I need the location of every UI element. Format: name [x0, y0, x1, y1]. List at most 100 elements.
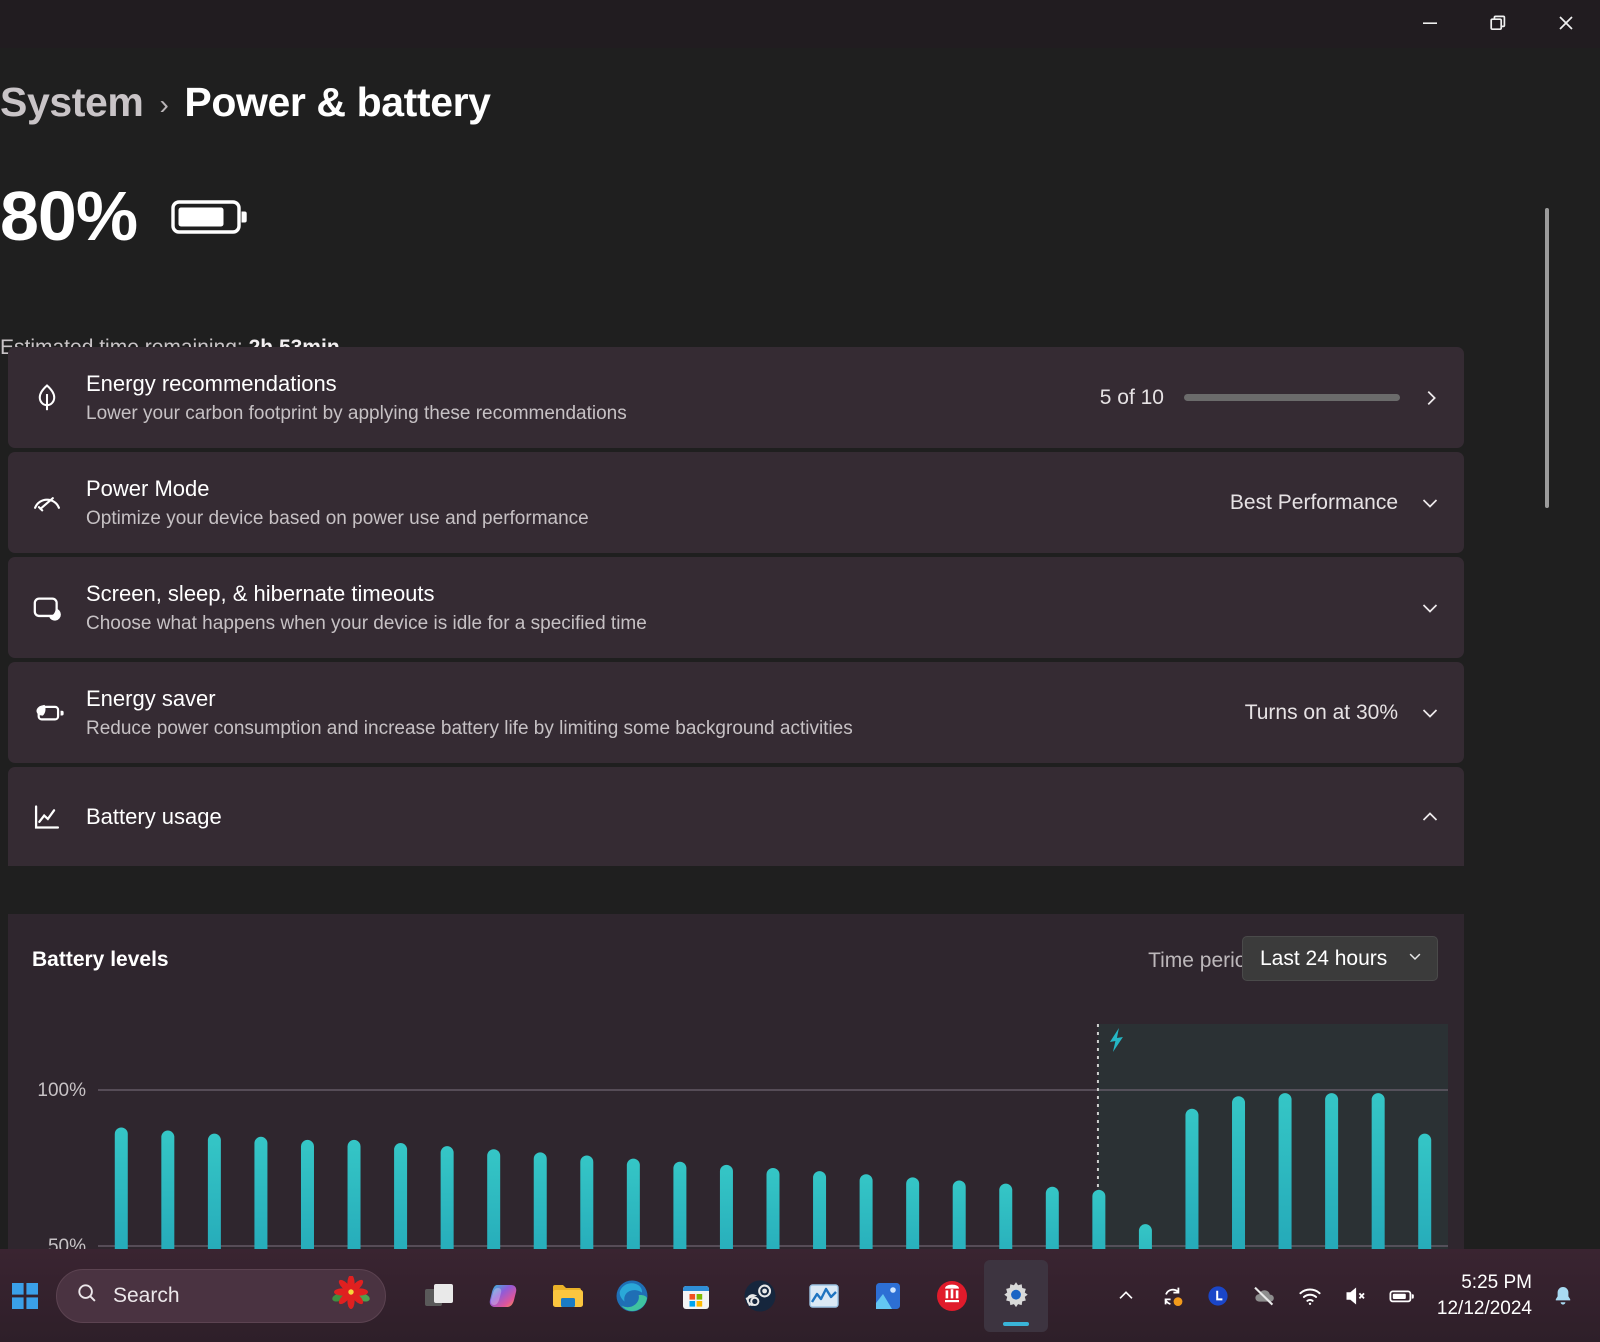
taskbar: Search 5:25 PM 12/12/2024 — [0, 1249, 1600, 1342]
taskbar-app-task-manager[interactable] — [792, 1260, 856, 1332]
taskbar-app-microsoft-store[interactable] — [664, 1260, 728, 1332]
breadcrumb-separator-icon: › — [159, 88, 169, 120]
card-screen-sleep-hibernate[interactable]: Screen, sleep, & hibernate timeouts Choo… — [8, 557, 1464, 658]
breadcrumb-system-link[interactable]: System — [0, 79, 144, 126]
chart-bar[interactable] — [906, 1177, 920, 1249]
card-battery-usage[interactable]: Battery usage — [8, 767, 1464, 866]
settings-window: System › Power & battery 80% Estimated t… — [0, 0, 1600, 1342]
chart-bar[interactable] — [533, 1152, 547, 1249]
sync-status-icon[interactable] — [1149, 1266, 1195, 1326]
card-power-mode[interactable]: Power Mode Optimize your device based on… — [8, 452, 1464, 553]
chevron-down-icon[interactable] — [1418, 491, 1442, 515]
onedrive-paused-icon[interactable] — [1241, 1266, 1287, 1326]
chart-bar[interactable] — [719, 1164, 733, 1249]
time-period-value: Last 24 hours — [1260, 946, 1388, 970]
y-axis-tick-label: 50% — [48, 1236, 86, 1249]
chart-bar[interactable] — [1232, 1096, 1246, 1249]
chevron-up-icon[interactable] — [1418, 805, 1442, 829]
page-title: Power & battery — [184, 79, 491, 125]
taskbar-app-steam[interactable] — [728, 1260, 792, 1332]
chart-bar[interactable] — [626, 1158, 640, 1249]
card-energy-saver[interactable]: Energy saver Reduce power consumption an… — [8, 662, 1464, 763]
chart-bar[interactable] — [1185, 1108, 1199, 1249]
chart-bar[interactable] — [952, 1180, 966, 1249]
line-chart-icon — [8, 800, 86, 834]
y-axis-tick-label: 100% — [37, 1080, 86, 1101]
chart-bar[interactable] — [394, 1143, 408, 1249]
breadcrumb: System › Power & battery — [0, 79, 491, 126]
chart-svg: 50% 100% — [37, 1024, 1448, 1249]
chart-bar[interactable] — [1138, 1224, 1152, 1249]
taskbar-app-microsoft-edge[interactable] — [600, 1260, 664, 1332]
vertical-scrollbar[interactable] — [1545, 208, 1549, 508]
battery-levels-chart[interactable]: 50% 100% — [8, 1010, 1464, 1249]
show-hidden-icons-button[interactable] — [1103, 1266, 1149, 1326]
time-period-select[interactable]: Last 24 hours — [1242, 936, 1438, 981]
taskbar-app-copilot[interactable] — [472, 1260, 536, 1332]
clock-app-icon[interactable] — [1195, 1266, 1241, 1326]
chevron-down-icon — [1406, 947, 1424, 971]
speedometer-icon — [8, 486, 86, 520]
chart-bar[interactable] — [766, 1168, 780, 1249]
chart-bar[interactable] — [254, 1136, 268, 1249]
search-input[interactable]: Search — [113, 1284, 331, 1308]
volume-muted-icon[interactable] — [1333, 1266, 1379, 1326]
chart-bar[interactable] — [813, 1171, 827, 1249]
screen-sleep-icon — [8, 591, 86, 625]
energy-saver-value: Turns on at 30% — [1244, 700, 1398, 724]
battery-summary: 80% — [0, 181, 251, 251]
chart-bar[interactable] — [1371, 1093, 1385, 1249]
chart-bar[interactable] — [673, 1161, 687, 1249]
charging-region-background — [1097, 1024, 1448, 1249]
chart-bar[interactable] — [300, 1139, 314, 1249]
wifi-icon[interactable] — [1287, 1266, 1333, 1326]
restore-button[interactable] — [1464, 0, 1532, 46]
title-bar — [0, 0, 1600, 48]
taskbar-app-photos[interactable] — [856, 1260, 920, 1332]
notifications-button[interactable] — [1540, 1266, 1586, 1326]
power-mode-value[interactable]: Best Performance — [1230, 491, 1398, 515]
energy-saver-icon — [8, 695, 86, 731]
chart-bar[interactable] — [1092, 1189, 1106, 1249]
taskbar-app-file-explorer[interactable] — [536, 1260, 600, 1332]
recommendations-count: 5 of 10 — [1099, 385, 1164, 409]
battery-levels-heading: Battery levels — [32, 948, 169, 971]
chart-bar[interactable] — [580, 1155, 594, 1249]
card-subtitle: Reduce power consumption and increase ba… — [86, 717, 853, 739]
chart-bar[interactable] — [487, 1149, 501, 1249]
recommendations-progress — [1184, 394, 1400, 401]
clock-time: 5:25 PM — [1461, 1271, 1532, 1293]
card-title: Power Mode — [86, 475, 210, 501]
chart-bar[interactable] — [999, 1183, 1013, 1249]
chart-bar[interactable] — [207, 1133, 221, 1249]
taskbar-app-red-app[interactable] — [920, 1260, 984, 1332]
chart-bar[interactable] — [161, 1130, 175, 1249]
taskbar-app-settings[interactable] — [984, 1259, 1048, 1332]
poinsettia-icon[interactable] — [331, 1275, 371, 1315]
chart-bar[interactable] — [1045, 1186, 1059, 1249]
card-subtitle: Choose what happens when your device is … — [86, 612, 647, 634]
battery-icon[interactable] — [1379, 1266, 1425, 1326]
search-box[interactable]: Search — [56, 1268, 386, 1323]
system-tray: 5:25 PM 12/12/2024 — [1103, 1266, 1600, 1326]
chart-bar[interactable] — [440, 1146, 454, 1249]
chevron-down-icon[interactable] — [1418, 701, 1442, 725]
chevron-right-icon[interactable] — [1420, 387, 1442, 409]
chart-bar[interactable] — [114, 1127, 128, 1249]
battery-level-icon — [171, 194, 251, 245]
chart-bar[interactable] — [347, 1139, 361, 1249]
card-energy-recommendations[interactable]: Energy recommendations Lower your carbon… — [8, 347, 1464, 448]
chart-bar[interactable] — [859, 1174, 873, 1249]
minimize-button[interactable] — [1396, 0, 1464, 46]
taskbar-clock[interactable]: 5:25 PM 12/12/2024 — [1437, 1270, 1532, 1322]
chevron-down-icon[interactable] — [1418, 596, 1442, 620]
taskbar-app-task-view[interactable] — [408, 1260, 472, 1332]
chart-bar[interactable] — [1418, 1133, 1432, 1249]
card-title: Screen, sleep, & hibernate timeouts — [86, 580, 435, 606]
close-button[interactable] — [1532, 0, 1600, 46]
card-title: Energy saver — [86, 685, 216, 711]
chart-bar[interactable] — [1278, 1093, 1292, 1249]
battery-usage-panel: Battery levels Time period: Last 24 hour… — [8, 914, 1464, 1249]
start-button[interactable] — [2, 1260, 48, 1332]
chart-bar[interactable] — [1325, 1093, 1339, 1249]
